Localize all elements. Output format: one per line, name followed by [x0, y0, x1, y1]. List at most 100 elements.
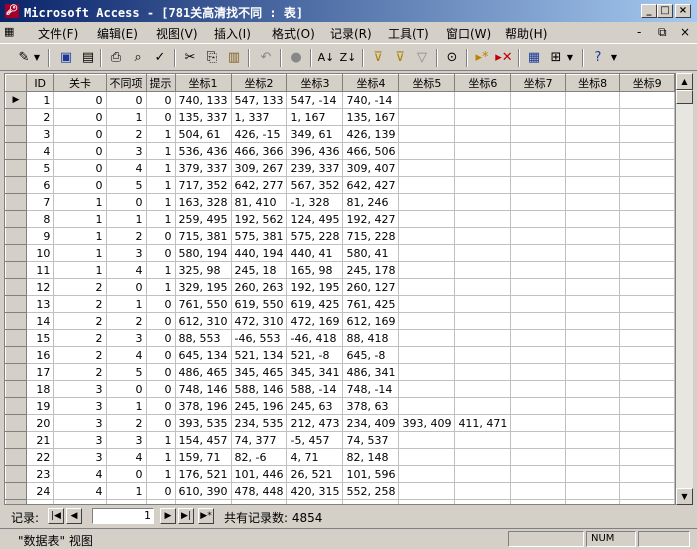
table-cell[interactable]	[398, 261, 456, 279]
table-cell[interactable]: 107, 8	[342, 499, 400, 504]
table-cell[interactable]: 325, 98	[174, 261, 232, 279]
table-cell[interactable]: 245, 196	[230, 397, 288, 415]
table-cell[interactable]: 552, 258	[342, 482, 400, 500]
table-cell[interactable]: 17	[25, 363, 55, 381]
table-cell[interactable]: 2	[53, 278, 107, 296]
table-cell[interactable]: 260, 127	[342, 278, 400, 296]
table-cell[interactable]	[510, 414, 566, 432]
table-cell[interactable]	[510, 312, 566, 330]
table-cell[interactable]: 0	[145, 363, 176, 381]
table-cell[interactable]: 82, -6	[230, 448, 288, 466]
table-cell[interactable]	[510, 431, 566, 449]
table-cell[interactable]: 575, 228	[286, 227, 344, 245]
table-cell[interactable]: 5	[25, 159, 55, 177]
table-cell[interactable]: 1	[145, 465, 176, 483]
table-cell[interactable]: 761, 550	[174, 295, 232, 313]
table-cell[interactable]	[510, 210, 566, 228]
table-cell[interactable]: 3	[53, 414, 107, 432]
table-cell[interactable]	[619, 227, 675, 245]
table-cell[interactable]: 378, 196	[174, 397, 232, 415]
table-cell[interactable]	[564, 465, 621, 483]
current-record-field[interactable]: 1	[92, 508, 154, 524]
table-cell[interactable]: 2	[53, 295, 107, 313]
scroll-down-button[interactable]: ▼	[676, 488, 693, 505]
table-cell[interactable]: 10	[25, 244, 55, 262]
table-cell[interactable]: 2	[53, 312, 107, 330]
table-cell[interactable]	[619, 295, 675, 313]
table-cell[interactable]: 466, 366	[230, 142, 288, 160]
paste-icon[interactable]: ▥	[224, 48, 244, 68]
table-cell[interactable]	[510, 142, 566, 160]
table-cell[interactable]: 472, 169	[286, 312, 344, 330]
table-cell[interactable]	[398, 482, 456, 500]
table-cell[interactable]: 0	[145, 380, 176, 398]
table-cell[interactable]: 88, 553	[174, 329, 232, 347]
table-cell[interactable]: 1	[105, 108, 147, 126]
table-cell[interactable]: 0	[145, 482, 176, 500]
table-cell[interactable]: 163, 328	[174, 193, 232, 211]
table-cell[interactable]: 0	[145, 295, 176, 313]
table-cell[interactable]: 124, 495	[286, 210, 344, 228]
table-cell[interactable]	[454, 142, 512, 160]
last-record-button[interactable]: ▶|	[178, 508, 194, 524]
table-cell[interactable]	[564, 329, 621, 347]
table-cell[interactable]: 748, 146	[174, 380, 232, 398]
table-cell[interactable]: 521, 134	[230, 346, 288, 364]
column-header[interactable]: 坐标3	[286, 74, 344, 92]
table-cell[interactable]: 74, 377	[230, 431, 288, 449]
table-cell[interactable]	[564, 244, 621, 262]
database-window-icon[interactable]: ▦	[524, 48, 544, 68]
column-header[interactable]: 坐标1	[174, 74, 232, 92]
table-cell[interactable]	[398, 125, 456, 143]
delete-record-icon[interactable]: ▸✕	[494, 48, 514, 68]
menu-window[interactable]: 窗口(W)	[446, 25, 491, 42]
table-cell[interactable]: -34, 8	[286, 499, 344, 504]
table-cell[interactable]: 329, 195	[174, 278, 232, 296]
table-cell[interactable]: 234, 535	[230, 414, 288, 432]
table-cell[interactable]	[619, 465, 675, 483]
table-cell[interactable]	[510, 176, 566, 194]
table-cell[interactable]: 159, 71	[174, 448, 232, 466]
view-dropdown-icon[interactable]: ▼	[32, 48, 42, 68]
table-row[interactable]: 24 4 1 0 610, 390 478, 448 420, 315 552, 258	[5, 482, 675, 500]
table-cell[interactable]: 393, 409	[398, 414, 456, 432]
table-cell[interactable]: 192, 427	[342, 210, 400, 228]
table-cell[interactable]: 0	[145, 499, 176, 504]
table-cell[interactable]: 259, 495	[174, 210, 232, 228]
table-cell[interactable]: 8	[25, 210, 55, 228]
menu-records[interactable]: 记录(R)	[330, 25, 372, 42]
table-cell[interactable]	[619, 176, 675, 194]
table-cell[interactable]: 396, 436	[286, 142, 344, 160]
table-cell[interactable]	[454, 244, 512, 262]
table-cell[interactable]	[619, 159, 675, 177]
table-cell[interactable]	[454, 380, 512, 398]
table-cell[interactable]	[619, 91, 675, 109]
save-icon[interactable]: ▣	[56, 48, 76, 68]
datasheet-grid[interactable]: ID 关卡 不同项 提示 坐标1 坐标2 坐标3 坐标4 坐标5 坐标6 坐标7…	[4, 73, 676, 505]
table-cell[interactable]: 0	[53, 176, 107, 194]
table-cell[interactable]	[619, 244, 675, 262]
record-selector[interactable]	[5, 125, 27, 143]
table-cell[interactable]: 645, -8	[342, 346, 400, 364]
table-cell[interactable]: 0	[53, 125, 107, 143]
table-cell[interactable]	[564, 448, 621, 466]
table-cell[interactable]: 154, 457	[174, 431, 232, 449]
table-cell[interactable]	[510, 108, 566, 126]
table-cell[interactable]: 478, 448	[230, 482, 288, 500]
record-selector[interactable]	[5, 193, 27, 211]
doc-close-button[interactable]: ×	[680, 25, 690, 39]
table-cell[interactable]: 1	[53, 193, 107, 211]
previous-record-button[interactable]: ◀	[66, 508, 82, 524]
table-cell[interactable]: 2	[105, 312, 147, 330]
table-cell[interactable]: 0	[145, 227, 176, 245]
table-cell[interactable]: 4	[105, 261, 147, 279]
table-cell[interactable]: 1	[145, 261, 176, 279]
table-cell[interactable]: 1	[105, 397, 147, 415]
table-cell[interactable]: 345, 341	[286, 363, 344, 381]
table-cell[interactable]	[454, 278, 512, 296]
table-cell[interactable]	[454, 346, 512, 364]
table-cell[interactable]: 1	[53, 210, 107, 228]
table-cell[interactable]	[454, 227, 512, 245]
table-row[interactable]: 23 4 0 1 176, 521 101, 446 26, 521 101, 596	[5, 465, 675, 483]
table-cell[interactable]: 1	[105, 295, 147, 313]
